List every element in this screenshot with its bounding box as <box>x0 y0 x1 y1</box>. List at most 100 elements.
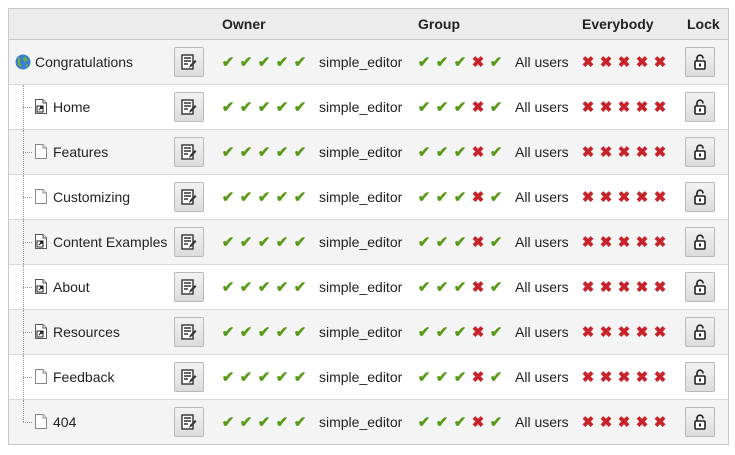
edit-permissions-button[interactable] <box>174 271 204 302</box>
owner-header: Owner <box>215 9 411 40</box>
group-name: All users <box>515 278 569 295</box>
cross-icon: ✖ <box>635 143 649 161</box>
check-icon: ✔ <box>293 278 307 296</box>
cross-icon: ✖ <box>635 98 649 116</box>
tree-branch <box>23 331 32 333</box>
owner-name: simple_editor <box>319 53 403 70</box>
edit-permissions-button[interactable] <box>174 91 204 122</box>
page-name-cell: Home <box>9 84 174 130</box>
check-icon: ✔ <box>417 413 431 431</box>
everybody-perms-cell: ✖ ✖ ✖ ✖ ✖ <box>574 309 678 355</box>
check-icon: ✔ <box>489 188 503 206</box>
page-name-cell: Congratulations <box>9 39 174 85</box>
check-icon: ✔ <box>453 98 467 116</box>
check-icon: ✔ <box>221 98 235 116</box>
lock-button[interactable] <box>685 406 715 437</box>
check-icon: ✔ <box>453 278 467 296</box>
owner-perms-cell: ✔ ✔ ✔ ✔ ✔ simple_editor <box>215 354 411 400</box>
everybody-perms-cell: ✖ ✖ ✖ ✖ ✖ <box>574 219 678 265</box>
table-row: Feedback ✔ ✔ ✔ ✔ ✔ simple_editor ✔ ✔ ✔ ✖ ✔ All users… <box>9 354 728 400</box>
edit-permissions-button[interactable] <box>174 361 204 392</box>
check-icon: ✔ <box>257 413 271 431</box>
check-icon: ✔ <box>221 233 235 251</box>
check-icon: ✔ <box>489 143 503 161</box>
check-icon: ✔ <box>293 323 307 341</box>
page-name-label: Features <box>53 143 109 160</box>
check-icon: ✔ <box>417 188 431 206</box>
check-icon: ✔ <box>257 98 271 116</box>
check-icon: ✔ <box>435 98 449 116</box>
edit-permissions-button[interactable] <box>174 136 204 167</box>
cross-icon: ✖ <box>635 188 649 206</box>
check-icon: ✔ <box>435 323 449 341</box>
edit-permissions-button[interactable] <box>174 181 204 212</box>
page-name-cell: Features <box>9 129 174 175</box>
check-icon: ✔ <box>239 98 253 116</box>
group-perms-cell: ✔ ✔ ✔ ✖ ✔ All users <box>411 84 574 130</box>
check-icon: ✔ <box>417 368 431 386</box>
cross-icon: ✖ <box>653 368 667 386</box>
lock-button[interactable] <box>685 181 715 212</box>
check-icon: ✔ <box>417 278 431 296</box>
lock-button[interactable] <box>685 316 715 347</box>
lock-button[interactable] <box>685 136 715 167</box>
page-name-label: Customizing <box>53 188 131 205</box>
check-icon: ✔ <box>221 413 235 431</box>
page-name-cell: About <box>9 264 174 310</box>
check-icon: ✔ <box>435 413 449 431</box>
cross-icon: ✖ <box>599 278 613 296</box>
lock-button[interactable] <box>685 46 715 77</box>
check-icon: ✔ <box>239 368 253 386</box>
check-icon: ✔ <box>221 323 235 341</box>
check-icon: ✔ <box>239 233 253 251</box>
cross-icon: ✖ <box>471 323 485 341</box>
lock-button[interactable] <box>685 271 715 302</box>
check-icon: ✔ <box>489 323 503 341</box>
check-icon: ✔ <box>417 143 431 161</box>
check-icon: ✔ <box>275 143 289 161</box>
cross-icon: ✖ <box>471 278 485 296</box>
check-icon: ✔ <box>239 53 253 71</box>
check-icon: ✔ <box>293 233 307 251</box>
cross-icon: ✖ <box>653 413 667 431</box>
lock-button[interactable] <box>685 91 715 122</box>
lock-button[interactable] <box>685 226 715 257</box>
group-name: All users <box>515 233 569 250</box>
group-perms-cell: ✔ ✔ ✔ ✖ ✔ All users <box>411 399 574 444</box>
group-perms-cell: ✔ ✔ ✔ ✖ ✔ All users <box>411 264 574 310</box>
lock-header: Lock <box>678 9 728 40</box>
check-icon: ✔ <box>435 278 449 296</box>
group-name: All users <box>515 143 569 160</box>
cross-icon: ✖ <box>581 98 595 116</box>
edit-permissions-button[interactable] <box>174 226 204 257</box>
check-icon: ✔ <box>453 53 467 71</box>
lock-button[interactable] <box>685 361 715 392</box>
group-perms-cell: ✔ ✔ ✔ ✖ ✔ All users <box>411 219 574 265</box>
tree-branch <box>23 106 32 108</box>
check-icon: ✔ <box>293 143 307 161</box>
cross-icon: ✖ <box>635 278 649 296</box>
check-icon: ✔ <box>435 53 449 71</box>
group-name: All users <box>515 413 569 430</box>
cross-icon: ✖ <box>635 323 649 341</box>
edit-permissions-button[interactable] <box>174 46 204 77</box>
table-row: Resources ✔ ✔ ✔ ✔ ✔ simple_editor ✔ ✔ ✔ ✖ ✔ All user… <box>9 309 728 355</box>
check-icon: ✔ <box>257 278 271 296</box>
edit-permissions-button[interactable] <box>174 406 204 437</box>
everybody-perms-cell: ✖ ✖ ✖ ✖ ✖ <box>574 129 678 175</box>
check-icon: ✔ <box>489 413 503 431</box>
check-icon: ✔ <box>489 278 503 296</box>
page-name-label: Congratulations <box>35 53 134 70</box>
shortcut-page-icon <box>35 233 47 249</box>
edit-permissions-button[interactable] <box>174 316 204 347</box>
check-icon: ✔ <box>489 98 503 116</box>
tree-line <box>23 399 24 422</box>
cross-icon: ✖ <box>617 143 631 161</box>
page-name-label: Content Examples <box>53 233 168 250</box>
page-name-cell: 404 <box>9 399 174 444</box>
check-icon: ✔ <box>293 98 307 116</box>
everybody-header: Everybody <box>574 9 678 40</box>
group-perms-cell: ✔ ✔ ✔ ✖ ✔ All users <box>411 174 574 220</box>
check-icon: ✔ <box>257 143 271 161</box>
check-icon: ✔ <box>293 188 307 206</box>
